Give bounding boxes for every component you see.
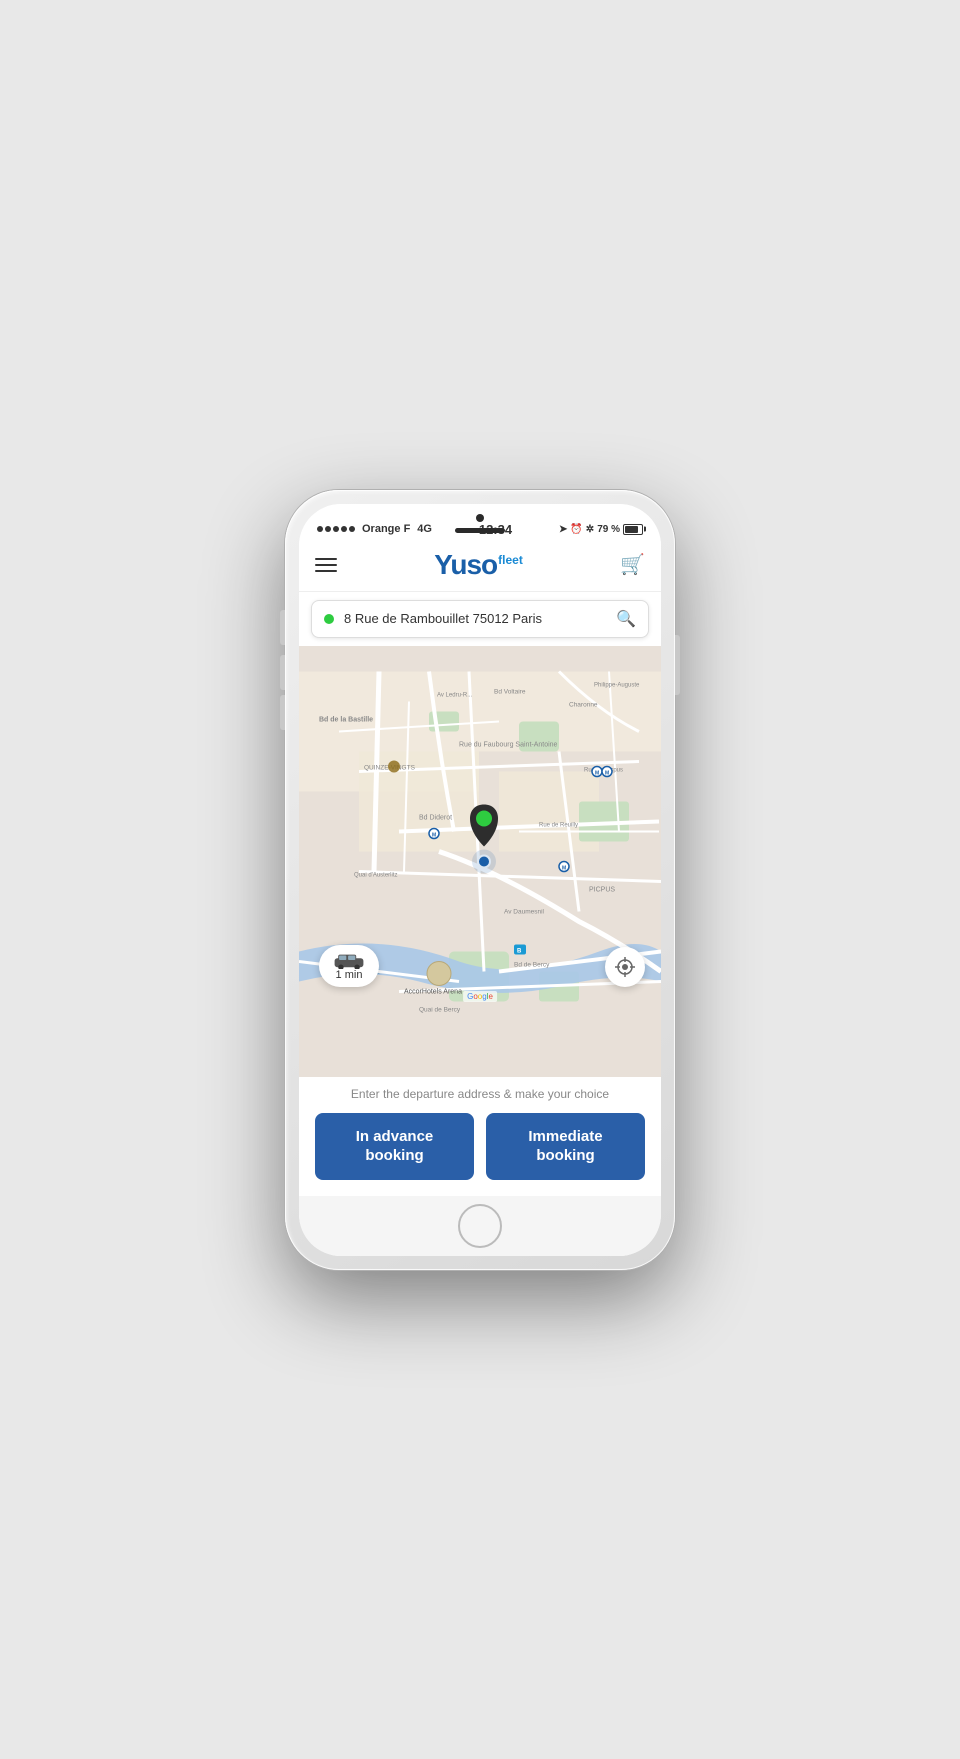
hamburger-line	[315, 570, 337, 572]
phone-frame: Orange F 4G 12:34 ➤ ⏰ ✲ 79 % Yus	[285, 490, 675, 1270]
my-location-button[interactable]	[605, 947, 645, 987]
speaker-area	[455, 514, 505, 533]
svg-text:Bd Voltaire: Bd Voltaire	[494, 688, 526, 695]
hamburger-menu-button[interactable]	[315, 558, 337, 572]
logo-yuso-text: Yuso	[434, 549, 497, 581]
bluetooth-icon: ✲	[586, 524, 594, 535]
search-address-text: 8 Rue de Rambouillet 75012 Paris	[344, 611, 616, 626]
svg-text:Charonne: Charonne	[569, 701, 598, 708]
target-icon	[615, 957, 635, 977]
logo-fleet-text: fleet	[498, 553, 523, 567]
carrier-label: Orange F	[362, 523, 410, 535]
svg-text:Av Daumesnil: Av Daumesnil	[504, 908, 545, 915]
svg-text:Quai de Bercy: Quai de Bercy	[419, 1006, 461, 1013]
search-icon[interactable]: 🔍	[616, 609, 636, 629]
car-time-bubble: 1 min	[319, 945, 379, 987]
signal-dot	[317, 526, 323, 532]
car-icon	[331, 951, 367, 969]
svg-text:M: M	[595, 770, 599, 776]
svg-text:PICPUS: PICPUS	[589, 886, 615, 893]
svg-text:Philippe-Auguste: Philippe-Auguste	[594, 682, 640, 688]
status-left: Orange F 4G	[317, 523, 432, 535]
speaker-bar	[455, 528, 505, 533]
battery-percent: 79 %	[597, 524, 620, 535]
app-header: Yuso fleet 🛒	[299, 541, 661, 592]
svg-text:M: M	[432, 832, 436, 838]
svg-text:M: M	[562, 865, 566, 871]
status-right: ➤ ⏰ ✲ 79 %	[559, 524, 643, 535]
search-bar-container: 8 Rue de Rambouillet 75012 Paris 🔍	[299, 592, 661, 646]
hamburger-line	[315, 564, 337, 566]
svg-text:Bd de la Bastille: Bd de la Bastille	[319, 716, 373, 723]
signal-dot	[341, 526, 347, 532]
svg-text:B: B	[517, 948, 522, 954]
cart-icon[interactable]: 🛒	[620, 552, 645, 577]
home-button[interactable]	[458, 1204, 502, 1248]
svg-text:Rue de Reuilly: Rue de Reuilly	[539, 822, 578, 828]
svg-text:Bd de Bercy: Bd de Bercy	[514, 961, 550, 968]
advance-booking-button[interactable]: In advancebooking	[315, 1113, 474, 1180]
location-dot-icon	[324, 614, 334, 624]
svg-text:AccorHotels Arena: AccorHotels Arena	[404, 988, 462, 995]
svg-text:Quai d'Austerlitz: Quai d'Austerlitz	[354, 872, 398, 878]
map-svg: Seine	[299, 646, 661, 1077]
network-label: 4G	[417, 523, 432, 535]
car-time-label: 1 min	[336, 969, 363, 981]
battery-fill	[625, 526, 638, 533]
instruction-text: Enter the departure address & make your …	[315, 1087, 645, 1101]
camera-dot	[476, 514, 484, 522]
signal-bars	[317, 526, 355, 532]
battery-icon	[623, 524, 643, 535]
map-container[interactable]: Seine	[299, 646, 661, 1077]
search-input-wrapper[interactable]: 8 Rue de Rambouillet 75012 Paris 🔍	[311, 600, 649, 638]
svg-text:Bd Diderot: Bd Diderot	[419, 814, 452, 821]
phone-screen: Orange F 4G 12:34 ➤ ⏰ ✲ 79 % Yus	[299, 504, 661, 1256]
app-logo: Yuso fleet	[434, 549, 523, 581]
signal-dot	[333, 526, 339, 532]
home-indicator-area	[299, 1196, 661, 1256]
hamburger-line	[315, 558, 337, 560]
bottom-section: Enter the departure address & make your …	[299, 1077, 661, 1196]
google-badge: Google	[463, 991, 497, 1002]
svg-text:Rue du Faubourg Saint-Antoine: Rue du Faubourg Saint-Antoine	[459, 741, 558, 748]
svg-text:M: M	[605, 770, 609, 776]
svg-text:Av Ledru-R...: Av Ledru-R...	[437, 692, 473, 698]
signal-dot	[325, 526, 331, 532]
immediate-booking-button[interactable]: Immediatebooking	[486, 1113, 645, 1180]
phone-top-notch	[299, 504, 661, 516]
location-icon: ➤	[559, 524, 567, 535]
booking-buttons-container: In advancebooking Immediatebooking	[315, 1113, 645, 1180]
alarm-icon: ⏰	[570, 524, 582, 535]
signal-dot	[349, 526, 355, 532]
